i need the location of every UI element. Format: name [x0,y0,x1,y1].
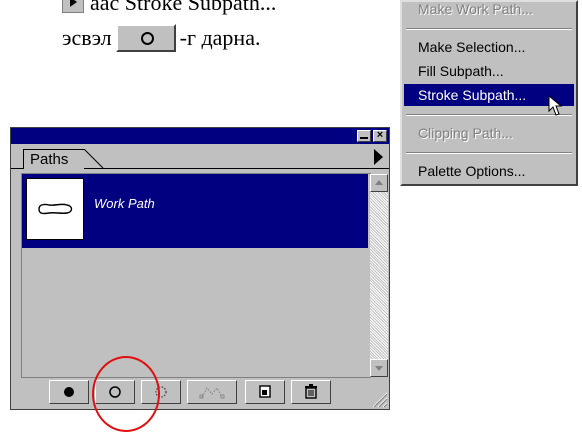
instruction-line-1-text: аас Stroke Subpath... [90,0,277,15]
instruction-line-1: аас Stroke Subpath... [62,0,276,16]
new-path-icon [259,385,271,398]
instruction-prefix: эсвэл [62,25,112,50]
menu-item-palette-options[interactable]: Palette Options... [404,160,574,182]
stroke-path-button-illustration [115,24,176,52]
resize-grip-icon[interactable] [370,390,388,408]
make-work-path-icon [199,387,225,399]
menu-separator [406,152,572,154]
trash-icon [305,384,317,399]
fill-path-icon [64,387,74,397]
mouse-pointer-icon [548,95,563,116]
scroll-up-icon[interactable] [370,174,388,192]
highlight-circle-annotation [92,356,160,432]
palette-menu-arrow-icon[interactable] [374,149,383,165]
delete-path-button[interactable] [291,380,331,404]
path-name: Work Path [94,196,155,211]
path-row-work-path[interactable]: Work Path [22,174,368,248]
menu-item-fill-subpath[interactable]: Fill Subpath... [404,60,574,82]
palette-title-bar[interactable]: × [11,128,389,144]
instruction-suffix: -г дарна. [179,25,261,50]
close-icon[interactable]: × [373,130,387,142]
paths-palette: × Paths Work Path [10,127,390,410]
paths-list: Work Path [21,173,388,378]
palette-menu-arrow-icon [62,0,84,13]
palette-tab-row: Paths [11,144,389,172]
path-thumbnail [26,178,84,240]
fill-path-button[interactable] [49,380,89,404]
work-path-shape-icon [38,203,73,215]
make-work-path-button[interactable] [187,380,237,404]
palette-scrollbar[interactable] [370,174,388,377]
instruction-line-2: эсвэл -г дарна. [62,24,260,52]
scroll-down-icon[interactable] [370,359,388,377]
tab-paths[interactable]: Paths [23,149,85,169]
menu-item-make-work-path[interactable]: Make Work Path... [404,0,574,20]
menu-separator [406,28,572,30]
tab-edge [84,149,104,169]
menu-item-make-selection[interactable]: Make Selection... [404,36,574,58]
paths-palette-menu: Make Work Path... Make Selection... Fill… [400,0,578,186]
minimize-icon[interactable] [357,130,371,142]
menu-item-clipping-path[interactable]: Clipping Path... [404,122,574,144]
new-path-button[interactable] [245,380,285,404]
stroke-path-icon [140,32,154,45]
